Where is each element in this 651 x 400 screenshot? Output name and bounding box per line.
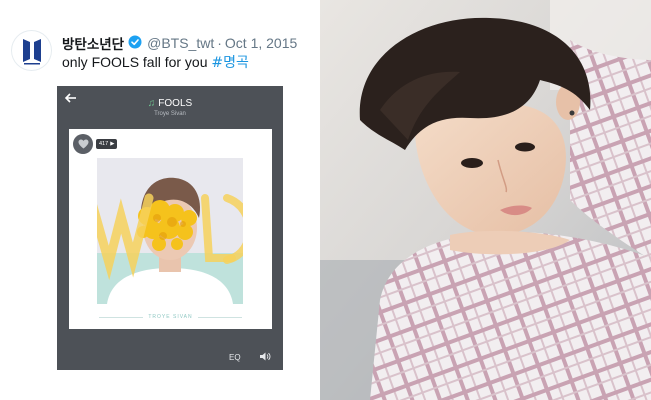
like-button[interactable] [73,134,93,154]
tweet-text: only FOOLS fall for you #명곡 [62,52,249,72]
portrait-illustration [320,0,651,400]
album-card: 417 ▶ TROYE SIVAN [69,129,272,329]
display-name[interactable]: 방탄소년단 [62,33,124,53]
music-player: ♫ FOOLS Troye Sivan 417 ▶ TROYE SIVAN EQ [57,86,283,370]
handle[interactable]: @BTS_twt [147,35,214,51]
tweet-date[interactable]: Oct 1, 2015 [225,35,297,51]
bts-logo-icon [22,38,41,64]
heart-icon [78,139,88,149]
album-cover[interactable] [97,158,243,304]
hashtag-link[interactable]: #명곡 [211,55,249,71]
separator: · [217,35,222,51]
like-arrow: ▶ [110,141,115,147]
like-count-value: 417 [99,141,109,147]
tweet-header: 방탄소년단 @BTS_twt · Oct 1, 2015 [62,33,297,53]
cover-divider-right [198,317,242,318]
song-title-text: FOOLS [158,98,193,109]
avatar[interactable] [11,30,52,71]
artist-name: Troye Sivan [154,111,186,117]
note-icon: ♫ [147,98,156,109]
album-art [97,158,243,304]
portrait-photo [320,0,651,400]
song-title: ♫ FOOLS [57,98,283,109]
speaker-icon[interactable] [260,352,271,361]
like-count: 417 ▶ [96,139,118,149]
tweet-body: only FOOLS fall for you [62,54,212,70]
verified-badge-icon [128,35,142,52]
eq-button[interactable]: EQ [229,353,241,362]
tweet-card: 방탄소년단 @BTS_twt · Oct 1, 2015 only FOOLS … [0,0,320,400]
